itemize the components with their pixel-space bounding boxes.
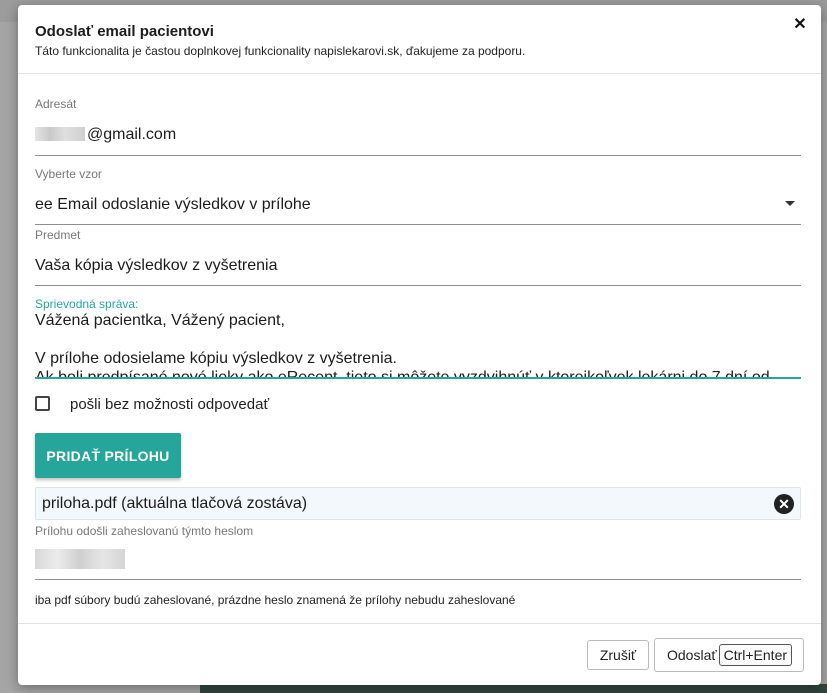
password-underline [35,579,801,580]
add-attachment-button[interactable]: PRIDAŤ PRÍLOHU [35,433,181,478]
subject-field[interactable]: Predmet Vaša kópia výsledkov z vyšetreni… [35,228,801,288]
close-icon[interactable]: ✕ [791,16,809,34]
message-label: Sprievodná správa: [35,297,139,311]
template-select[interactable]: Vyberte vzor ee Email odoslanie výsledko… [35,167,801,227]
recipient-underline [35,155,801,156]
password-input[interactable] [35,549,125,569]
chevron-down-icon[interactable] [785,201,795,206]
no-reply-label[interactable]: pošli bez možnosti odpovedať [70,396,269,413]
message-underline [35,377,801,379]
message-line: V prílohe odosielame kópiu výsledkov z v… [35,350,397,367]
attachment-item: priloha.pdf (aktuálna tlačová zostáva) ✕ [35,487,801,520]
recipient-label: Adresát [35,97,77,111]
cancel-button[interactable]: Zrušiť [587,640,649,670]
modal-subtitle: Táto funkcionalita je častou doplnkovej … [35,44,526,58]
footer-divider [18,623,821,624]
subject-label: Predmet [35,228,81,242]
send-button[interactable]: Odoslať Ctrl+Enter [654,638,804,672]
message-line: Vážená pacientka, Vážený pacient, [35,312,285,329]
redacted-email-user [35,127,85,141]
recipient-value: @gmail.com [87,126,177,143]
attachment-name: priloha.pdf (aktuálna tlačová zostáva) [42,495,308,512]
password-label: Prílohu odošli zaheslovanú týmto heslom [35,524,254,538]
template-value: ee Email odoslanie výsledkov v prílohe [35,196,311,213]
password-hint: iba pdf súbory budú zaheslované, prázdne… [35,593,516,607]
send-shortcut: Ctrl+Enter [718,644,793,666]
template-underline [35,224,801,225]
no-reply-checkbox[interactable] [35,396,50,411]
message-line [35,330,801,349]
send-label: Odoslať [667,647,717,663]
remove-attachment-icon[interactable]: ✕ [774,494,794,514]
modal-header: Odoslať email pacientovi Táto funkcional… [18,5,821,74]
recipient-field[interactable]: Adresát @gmail.com [35,97,801,157]
message-line: Ak boli predpísané nové lieky ako eRecep… [35,368,801,377]
message-textarea[interactable]: Sprievodná správa: Vážená pacientka, Váž… [35,297,801,381]
subject-underline [35,285,801,286]
modal-title: Odoslať email pacientovi [35,23,214,40]
send-email-modal: Odoslať email pacientovi Táto funkcional… [18,5,821,685]
subject-value: Vaša kópia výsledkov z vyšetrenia [35,257,278,274]
template-label: Vyberte vzor [35,167,102,181]
